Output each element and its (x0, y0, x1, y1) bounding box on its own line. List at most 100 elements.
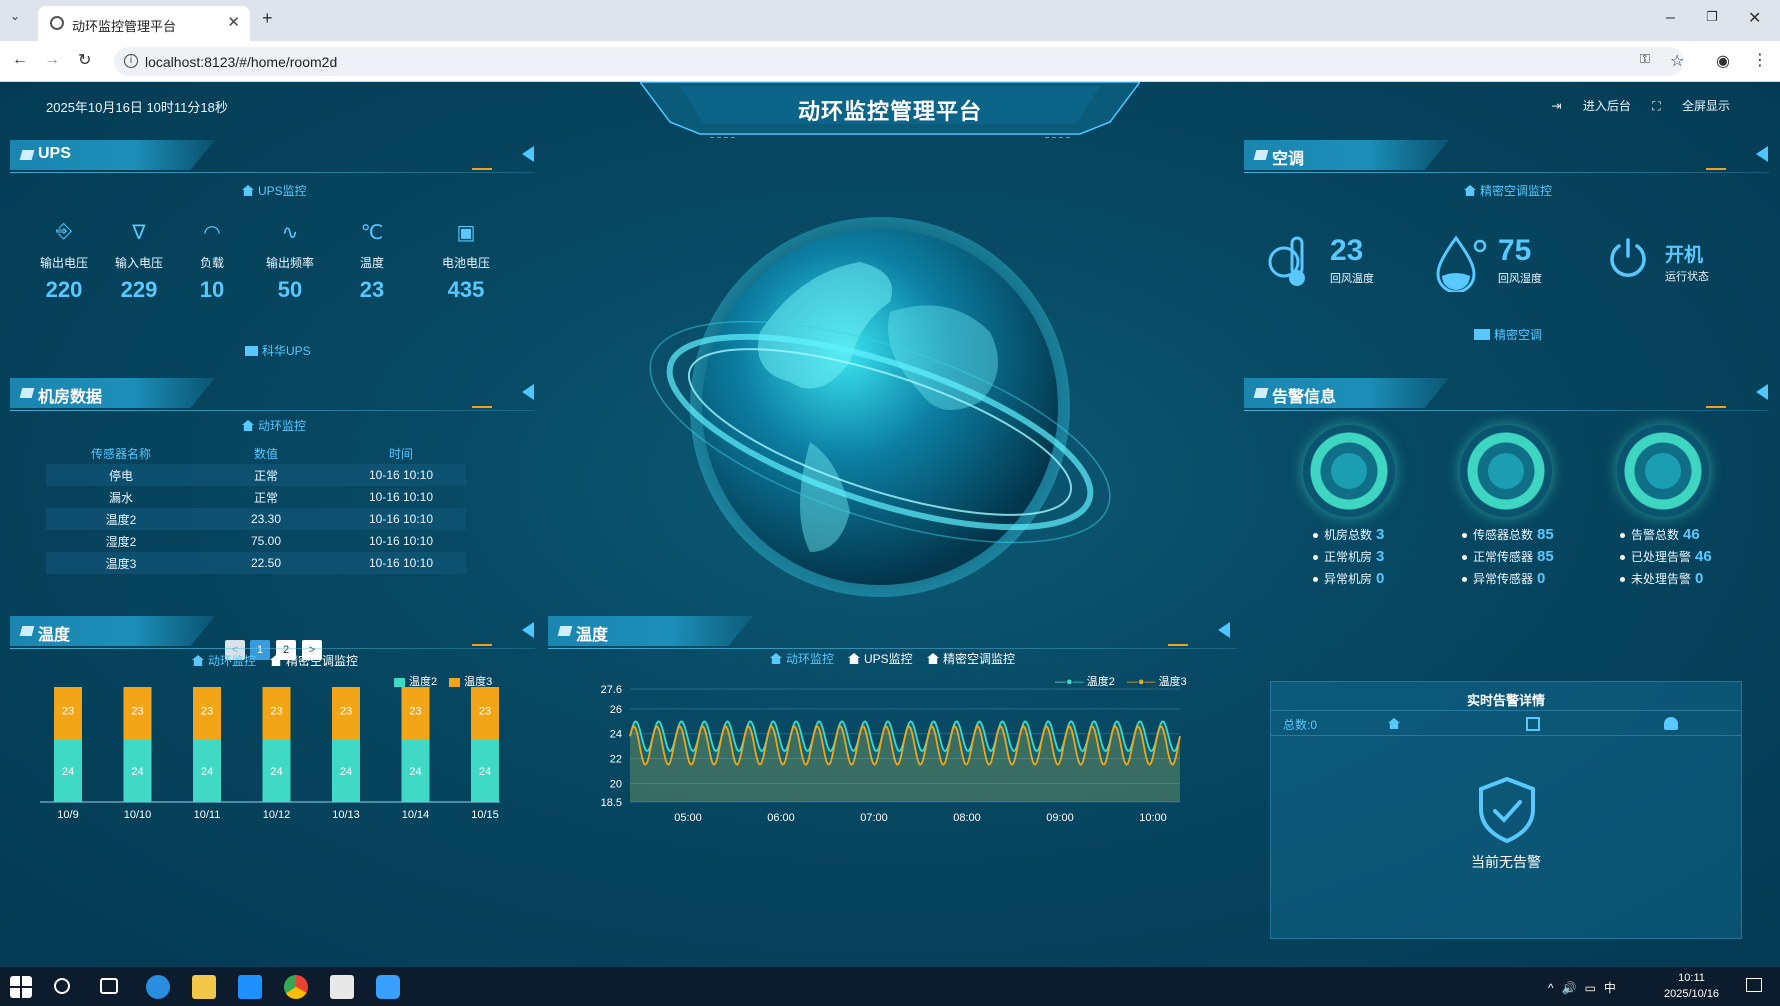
ups-metric-label: 电池电压 (441, 256, 490, 270)
back-icon[interactable]: ← (12, 51, 28, 69)
ups-section-header: UPS (10, 138, 535, 176)
enter-backend-button[interactable]: ⇥ 进入后台 (1552, 99, 1631, 113)
ups-metric-label: 输出频率 (265, 256, 314, 270)
ups-metric-value: 229 (120, 277, 158, 302)
minimize-icon[interactable]: – (1666, 9, 1675, 27)
browser-tab[interactable]: 动环监控管理平台 ✕ (38, 6, 250, 41)
stat-room-abnormal: 异常机房 0 (1313, 568, 1384, 590)
temp-mid-collapse-arrow-icon[interactable] (1218, 622, 1230, 638)
chrome-icon[interactable] (284, 975, 308, 999)
room-collapse-arrow-icon[interactable] (522, 384, 534, 400)
temp-left-tab-dynamic[interactable]: 动环监控 (192, 652, 256, 669)
alarm-stats: 告警总数 46 已处理告警 46 未处理告警 0 (1620, 524, 1712, 590)
line-chart: 27.6 26 24 22 20 18.5 05:00 06:00 07:00 08:00 09:0… (601, 684, 1181, 824)
y-tick-label: 22 (610, 754, 622, 766)
sensor-count-ring (1460, 425, 1552, 517)
ups-device-link[interactable]: 科华UPS (245, 342, 311, 359)
return-temp-value: 23 (1330, 234, 1364, 267)
table-header: 传感器名称 数值 时间 (46, 442, 466, 464)
room-monitor-label: 动环监控 (258, 419, 307, 433)
temp-left-tab-aircon[interactable]: 精密空调监控 (270, 652, 358, 669)
bar-data-label: 24 (62, 766, 74, 778)
temp-mid-tab1-label: 动环监控 (786, 652, 835, 666)
room-monitor-link[interactable]: 动环监控 (242, 417, 306, 434)
temp-mid-tab-ups[interactable]: UPS监控 (848, 650, 913, 667)
close-tab-icon[interactable]: ✕ (227, 13, 240, 31)
terminal-app-icon[interactable] (330, 975, 354, 999)
bar-data-label: 23 (131, 705, 143, 717)
table-cell: 75.00 (250, 534, 282, 548)
ups-monitor-link[interactable]: UPS监控 (242, 182, 307, 199)
aircon-section-title: 空调 (1272, 151, 1305, 168)
alarm-collapse-arrow-icon[interactable] (1756, 384, 1768, 400)
fullscreen-button[interactable]: ⛶ 全屏显示 (1652, 99, 1730, 113)
temp-left-tab1-label: 动环监控 (208, 654, 257, 668)
temp-mid-tab-aircon[interactable]: 精密空调监控 (927, 650, 1015, 667)
table-cell: 10-16 10:10 (368, 556, 434, 570)
stat-room-normal: 正常机房 3 (1313, 546, 1384, 568)
file-explorer-icon[interactable] (192, 975, 216, 999)
y-tick-label: 26 (610, 704, 622, 716)
stat-sensor-normal: 正常传感器 85 (1462, 546, 1554, 568)
table-row: 温度3 22.50 10-16 10:10 (46, 552, 466, 574)
tab-title: 动环监控管理平台 (72, 19, 177, 34)
temp-left-collapse-arrow-icon[interactable] (522, 622, 534, 638)
task-view-icon[interactable] (100, 978, 118, 994)
notification-icon[interactable] (1746, 978, 1762, 992)
stat-alarm-handled: 已处理告警 46 (1620, 546, 1712, 568)
tab-search-icon[interactable]: ⌄ (10, 9, 20, 23)
ups-collapse-arrow-icon[interactable] (522, 146, 534, 162)
aircon-device-link[interactable]: 精密空调 (1474, 326, 1542, 343)
aircon-collapse-arrow-icon[interactable] (1756, 146, 1768, 162)
realtime-alarm-panel: 实时告警详情 总数:0 当前无告警 (1270, 681, 1742, 939)
alarm-filter-icon[interactable] (1664, 717, 1678, 730)
load-gauge-icon: ◠ (203, 222, 221, 244)
windows-taskbar: ^🔊▭中 10:11 2025/10/16 (0, 967, 1780, 1006)
realtime-alarm-title: 实时告警详情 (1466, 693, 1545, 708)
forward-icon[interactable]: → (44, 51, 60, 69)
menu-icon[interactable]: ⋮ (1752, 50, 1768, 70)
home-icon (927, 653, 939, 664)
address-bar: ← → ↻ i localhost:8123/#/home/room2d ⚿ ☆… (0, 41, 1780, 82)
close-window-icon[interactable]: ✕ (1748, 8, 1761, 28)
col-value: 数值 (253, 446, 278, 461)
table-cell: 停电 (108, 468, 133, 483)
restore-icon[interactable]: ❐ (1706, 9, 1718, 25)
windows-start-icon[interactable] (10, 976, 32, 998)
taskbar-clock[interactable]: 10:11 2025/10/16 (1664, 970, 1719, 1002)
y-tick-label: 20 (610, 778, 622, 790)
bar-data-label: 23 (201, 705, 213, 717)
room-filter-icon[interactable] (1388, 718, 1400, 729)
ie-browser-icon[interactable] (146, 975, 170, 999)
bar-category-label: 10/9 (57, 809, 78, 821)
table-cell: 22.50 (250, 556, 282, 570)
temp-mid-tab-dynamic[interactable]: 动环监控 (770, 650, 834, 667)
sensor-stats: 传感器总数 85 正常传感器 85 异常传感器 0 (1462, 524, 1554, 590)
reload-icon[interactable]: ↻ (78, 50, 91, 70)
new-tab-icon[interactable]: + (262, 8, 273, 29)
security-app-icon[interactable] (376, 975, 400, 999)
table-cell: 正常 (253, 468, 278, 483)
header-datetime: 2025年10月16日 10时11分18秒 (46, 100, 228, 115)
table-cell: 10-16 10:10 (368, 468, 434, 482)
temp-left-section-header: 温度 (10, 614, 535, 652)
bar-category-label: 10/12 (263, 809, 291, 821)
search-icon[interactable] (54, 978, 70, 994)
home-icon (770, 653, 782, 664)
bookmark-star-icon[interactable]: ☆ (1670, 51, 1684, 71)
profile-icon[interactable]: ◉ (1716, 51, 1730, 71)
x-tick-label: 08:00 (953, 812, 981, 824)
return-temp-label: 回风温度 (1330, 273, 1374, 285)
realtime-alarm-total: 总数:0 (1283, 718, 1318, 732)
site-info-icon[interactable]: i (124, 54, 138, 68)
teams-app-icon[interactable] (238, 975, 262, 999)
aircon-monitor-link[interactable]: 精密空调监控 (1464, 182, 1552, 199)
ime-indicator[interactable]: 中 (1604, 981, 1624, 995)
alarm-section-title: 告警信息 (1272, 389, 1337, 406)
alarm-bell-icon (1645, 453, 1681, 489)
browser-tab-strip: ⌄ 动环监控管理平台 ✕ + – ❐ ✕ (0, 0, 1780, 41)
password-key-icon[interactable]: ⚿ (1640, 51, 1650, 67)
url-field[interactable]: i localhost:8123/#/home/room2d (114, 47, 1684, 76)
sensor-filter-icon[interactable] (1526, 717, 1540, 731)
table-cell: 10-16 10:10 (368, 490, 434, 504)
